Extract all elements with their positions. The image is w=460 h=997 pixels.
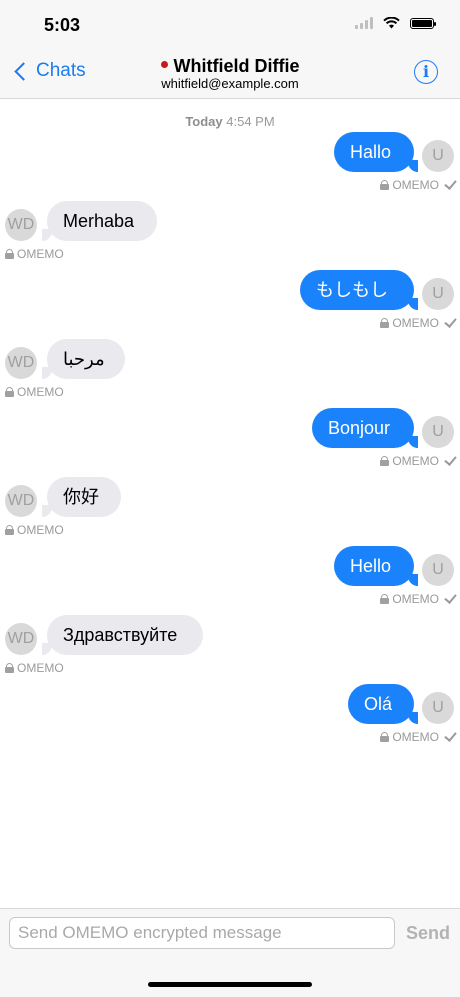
incoming-message[interactable]: مرحبا WD OMEMO <box>0 339 460 405</box>
lock-icon <box>380 180 390 190</box>
lock-icon <box>380 594 390 604</box>
nav-bar: Chats Whitfield Diffie whitfield@example… <box>0 48 460 99</box>
avatar[interactable]: U <box>422 416 454 448</box>
encryption-status: OMEMO <box>5 385 64 399</box>
encryption-label: OMEMO <box>392 730 439 744</box>
encryption-label: OMEMO <box>17 523 64 537</box>
avatar[interactable]: U <box>422 554 454 586</box>
date-time: 4:54 PM <box>226 114 275 129</box>
encryption-status: OMEMO <box>5 247 64 261</box>
lock-icon <box>5 249 14 259</box>
status-bar: 5:03 <box>0 0 460 48</box>
encryption-status: OMEMO <box>380 453 457 468</box>
delivered-check-icon <box>444 315 457 328</box>
message-bubble[interactable]: 你好 <box>47 477 121 517</box>
message-input[interactable] <box>9 917 395 949</box>
avatar[interactable]: U <box>422 692 454 724</box>
home-indicator <box>148 982 312 987</box>
date-separator: Today 4:54 PM <box>0 114 460 129</box>
outgoing-message[interactable]: Hello U OMEMO <box>0 546 460 612</box>
delivered-check-icon <box>444 729 457 742</box>
encryption-label: OMEMO <box>17 661 64 675</box>
delivered-check-icon <box>444 453 457 466</box>
contact-name: Whitfield Diffie <box>173 56 300 76</box>
presence-indicator <box>160 60 168 68</box>
lock-icon <box>5 525 14 535</box>
encryption-status: OMEMO <box>380 177 457 192</box>
lock-icon <box>380 732 390 742</box>
message-bubble[interactable]: Hello <box>334 546 414 586</box>
outgoing-message[interactable]: Hallo U OMEMO <box>0 132 460 198</box>
message-bubble[interactable]: مرحبا <box>47 339 125 379</box>
message-bubble[interactable]: Olá <box>348 684 414 724</box>
incoming-message[interactable]: Здравствуйте WD OMEMO <box>0 615 460 681</box>
wifi-icon <box>383 17 400 29</box>
outgoing-message[interactable]: Olá U OMEMO <box>0 684 460 750</box>
delivered-check-icon <box>444 591 457 604</box>
lock-icon <box>5 387 14 397</box>
encryption-status: OMEMO <box>380 729 457 744</box>
avatar[interactable]: U <box>422 140 454 172</box>
encryption-status: OMEMO <box>380 315 457 330</box>
lock-icon <box>5 663 14 673</box>
encryption-status: OMEMO <box>380 591 457 606</box>
delivered-check-icon <box>444 177 457 190</box>
chat-title[interactable]: Whitfield Diffie whitfield@example.com <box>0 56 460 91</box>
battery-icon <box>410 17 436 29</box>
send-button[interactable]: Send <box>406 923 450 944</box>
avatar[interactable]: WD <box>5 209 37 241</box>
avatar[interactable]: U <box>422 278 454 310</box>
message-bubble[interactable]: Bonjour <box>312 408 414 448</box>
incoming-message[interactable]: Merhaba WD OMEMO <box>0 201 460 267</box>
message-bubble[interactable]: Hallo <box>334 132 414 172</box>
encryption-status: OMEMO <box>5 661 64 675</box>
contact-jid: whitfield@example.com <box>161 76 299 91</box>
message-bubble[interactable]: Merhaba <box>47 201 157 241</box>
avatar[interactable]: WD <box>5 623 37 655</box>
encryption-label: OMEMO <box>17 385 64 399</box>
encryption-label: OMEMO <box>392 592 439 606</box>
encryption-status: OMEMO <box>5 523 64 537</box>
encryption-label: OMEMO <box>17 247 64 261</box>
encryption-label: OMEMO <box>392 454 439 468</box>
status-icons <box>355 17 436 29</box>
message-bubble[interactable]: Здравствуйте <box>47 615 203 655</box>
encryption-label: OMEMO <box>392 316 439 330</box>
info-icon[interactable]: i <box>414 60 438 84</box>
incoming-message[interactable]: 你好 WD OMEMO <box>0 477 460 543</box>
date-day: Today <box>185 114 223 129</box>
lock-icon <box>380 456 390 466</box>
message-bubble[interactable]: もしもし <box>300 270 414 310</box>
outgoing-message[interactable]: Bonjour U OMEMO <box>0 408 460 474</box>
avatar[interactable]: WD <box>5 347 37 379</box>
signal-icon <box>355 17 373 29</box>
outgoing-message[interactable]: もしもし U OMEMO <box>0 270 460 336</box>
avatar[interactable]: WD <box>5 485 37 517</box>
lock-icon <box>380 318 390 328</box>
status-time: 5:03 <box>44 15 81 35</box>
encryption-label: OMEMO <box>392 178 439 192</box>
